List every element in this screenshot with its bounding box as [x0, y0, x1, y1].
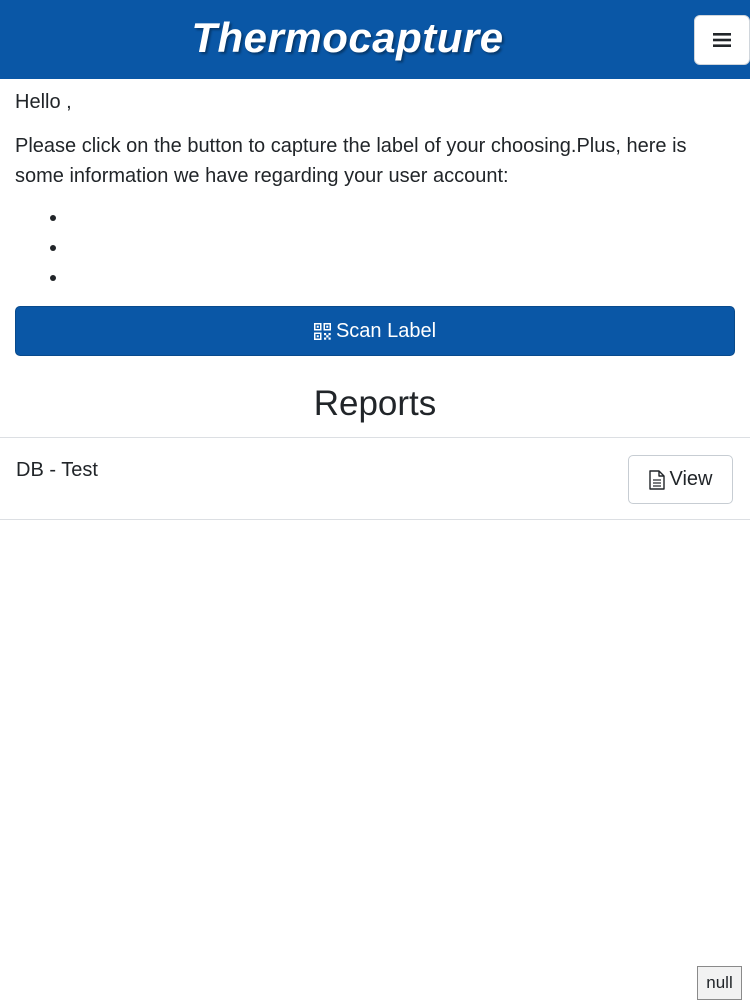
view-report-button[interactable]: View	[628, 455, 733, 504]
report-name: DB - Test	[16, 459, 98, 481]
account-info-item	[15, 233, 415, 263]
top-navbar: Thermocapture	[0, 0, 750, 79]
menu-toggle-button[interactable]	[694, 15, 750, 65]
account-info-item	[15, 203, 415, 233]
document-icon	[648, 469, 665, 490]
scan-label-text: Scan Label	[335, 319, 437, 342]
account-info-item	[15, 263, 415, 293]
brand-title[interactable]: Thermocapture	[0, 0, 695, 79]
reports-list: DB - Test View	[0, 437, 750, 520]
hamburger-menu-icon	[713, 33, 731, 47]
scan-label-button[interactable]: Scan Label	[15, 306, 735, 356]
account-info-list	[15, 203, 415, 293]
view-button-label: View	[669, 468, 713, 490]
reports-heading: Reports	[313, 384, 437, 423]
intro-text: Please click on the button to capture th…	[15, 135, 687, 187]
greeting-text: Hello ,	[15, 91, 72, 113]
null-badge: null	[697, 966, 742, 1000]
qrcode-icon	[313, 322, 331, 340]
